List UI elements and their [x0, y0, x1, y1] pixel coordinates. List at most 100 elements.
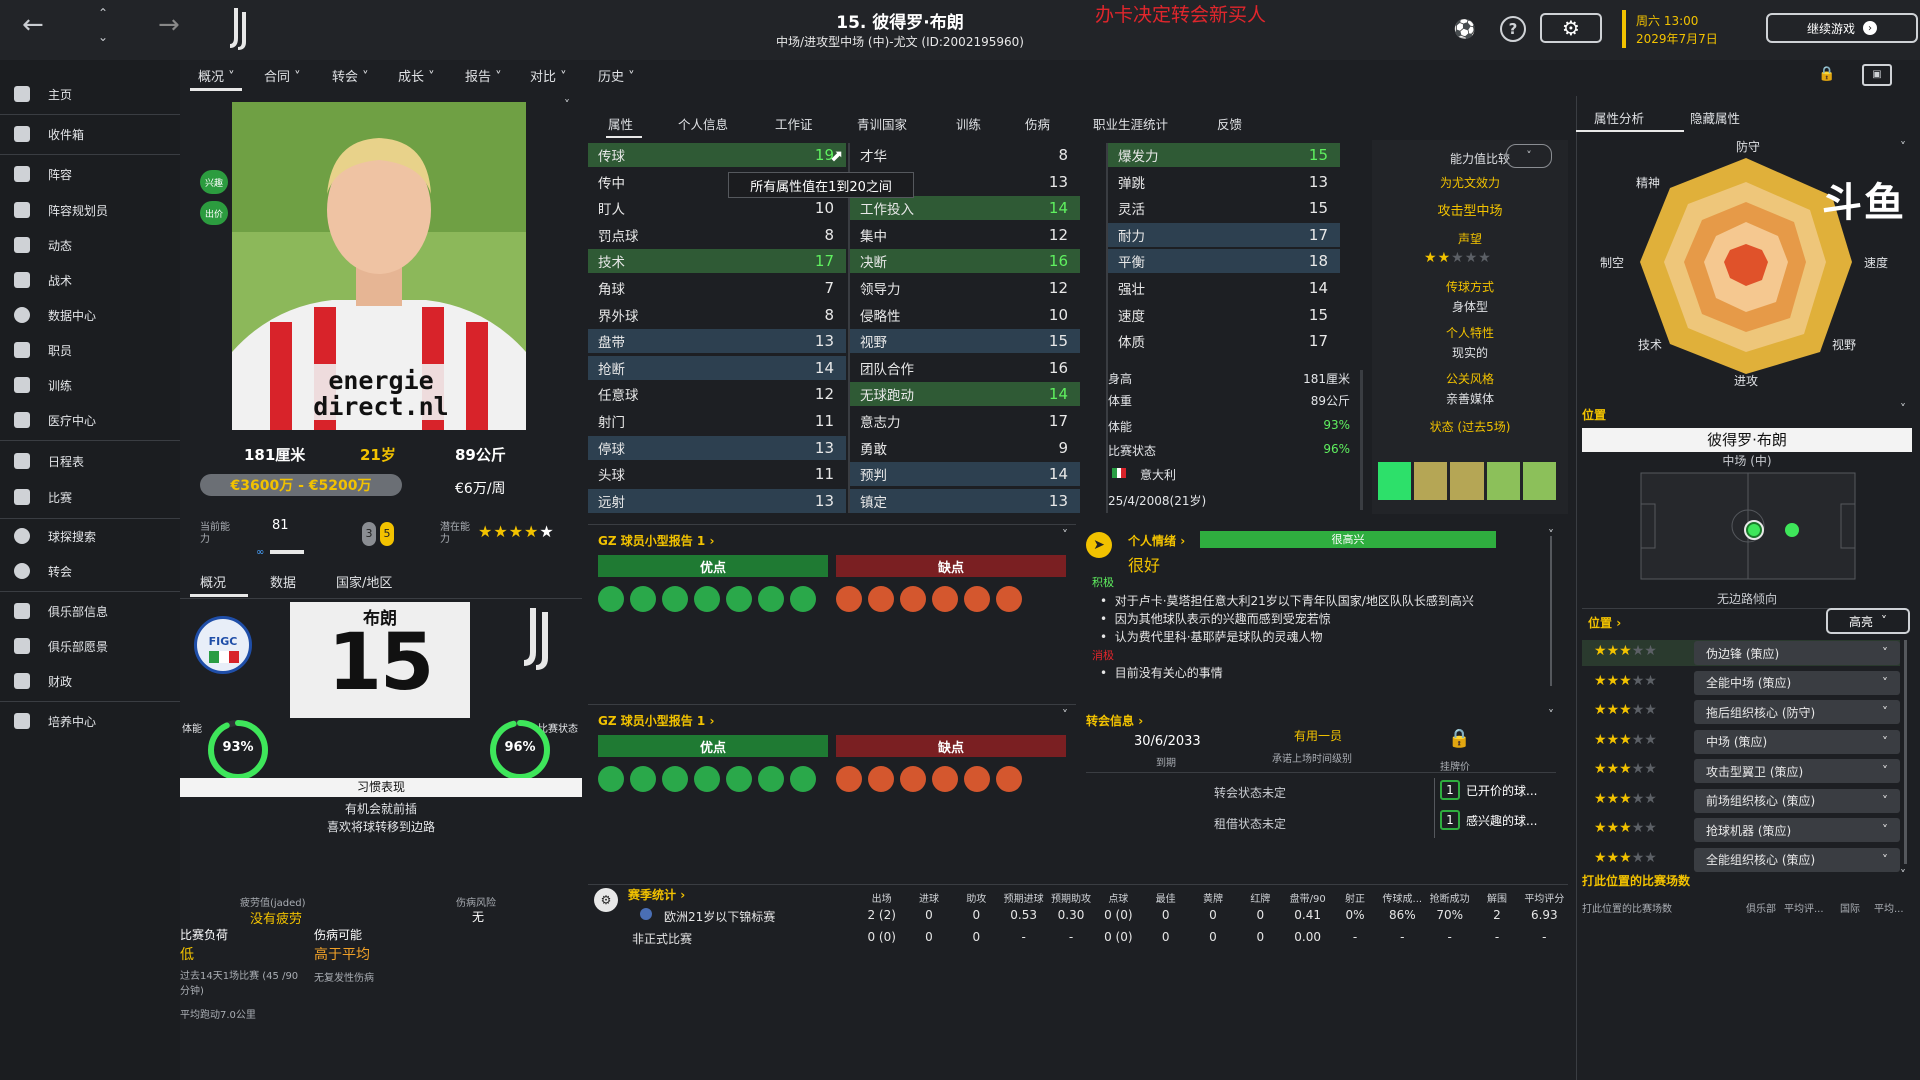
stats-column-header[interactable]: 进球 [905, 890, 952, 905]
forward-arrow-icon[interactable]: → [158, 10, 180, 40]
stats-column-header[interactable]: 红牌 [1237, 890, 1284, 905]
attribute-row[interactable]: 抢断 14 [588, 355, 846, 380]
pro-icon[interactable] [694, 766, 720, 792]
pro-icon[interactable] [758, 586, 784, 612]
continue-button[interactable]: 继续游戏 › [1766, 13, 1918, 43]
help-icon[interactable]: ? [1500, 16, 1526, 42]
report2-title[interactable]: GZ 球员小型报告 1 › [598, 712, 714, 729]
chevron-down-icon[interactable]: ˅ [1900, 868, 1906, 882]
lock-icon[interactable]: 🔒 [1818, 66, 1835, 82]
tab-data[interactable]: 数据 [270, 572, 296, 591]
sidebar-item-medical[interactable]: 医疗中心 [0, 404, 180, 436]
sidebar-item-finance[interactable]: 财政 [0, 665, 180, 697]
menu-reports[interactable]: 报告 ˅ [465, 66, 502, 85]
role-dropdown[interactable]: 攻击型翼卫 (策应) ˅ [1694, 759, 1900, 783]
attribute-row[interactable]: 无球跑动 14 [850, 382, 1080, 407]
pro-icon[interactable] [758, 766, 784, 792]
attribute-row[interactable]: 意志力 17 [850, 409, 1080, 433]
pro-icon[interactable] [630, 586, 656, 612]
attribute-row[interactable]: 勇敢 9 [850, 436, 1080, 460]
stats-column-header[interactable]: 点球 [1095, 890, 1142, 905]
pro-icon[interactable] [598, 586, 624, 612]
tab-youth-nation[interactable]: 青训国家 [857, 114, 907, 133]
pro-icon[interactable] [662, 586, 688, 612]
tab-career-stats[interactable]: 职业生涯统计 [1093, 114, 1168, 133]
con-icon[interactable] [932, 766, 958, 792]
stats-column-header[interactable]: 助攻 [953, 890, 1000, 905]
pro-icon[interactable] [630, 766, 656, 792]
sidebar-item-transfers[interactable]: 转会 [0, 555, 180, 587]
sidebar-item-planner[interactable]: 阵容规划员 [0, 194, 180, 226]
attribute-row[interactable]: 平衡 18 [1108, 249, 1340, 274]
attribute-row[interactable]: 灵活 15 [1108, 196, 1340, 220]
stats-column-header[interactable]: 射正 [1331, 890, 1378, 905]
role-dropdown[interactable]: 拖后组织核心 (防守) ˅ [1694, 700, 1900, 724]
sidebar-item-data-hub[interactable]: 数据中心 [0, 299, 180, 331]
attribute-row[interactable]: 头球 11 [588, 462, 846, 486]
tab-attribute-analysis[interactable]: 属性分析 [1594, 108, 1644, 127]
role-row[interactable]: ★★★★★ 前场组织核心 (策应) ˅ [1582, 788, 1900, 814]
sidebar-item-club-vision[interactable]: 俱乐部愿景 [0, 630, 180, 662]
tab-nation[interactable]: 国家/地区 [336, 572, 392, 591]
con-icon[interactable] [996, 766, 1022, 792]
menu-history[interactable]: 历史 ˅ [598, 66, 635, 85]
role-row[interactable]: ★★★★★ 拖后组织核心 (防守) ˅ [1582, 699, 1900, 725]
attribute-row[interactable]: 盯人 10 [588, 196, 846, 220]
sidebar-item-competitions[interactable]: 比赛 [0, 481, 180, 513]
pro-icon[interactable] [726, 766, 752, 792]
role-dropdown[interactable]: 前场组织核心 (策应) ˅ [1694, 788, 1900, 813]
attribute-row[interactable]: 侵略性 10 [850, 303, 1080, 327]
attribute-row[interactable]: 爆发力 15 [1108, 143, 1340, 167]
highlight-dropdown[interactable]: 高亮 ˅ [1826, 608, 1910, 634]
attribute-row[interactable]: 领导力 12 [850, 276, 1080, 300]
pro-icon[interactable] [726, 586, 752, 612]
pro-icon[interactable] [790, 766, 816, 792]
stats-row-name[interactable]: 欧洲21岁以下锦标赛 [664, 908, 775, 925]
menu-contract[interactable]: 合同 ˅ [264, 66, 301, 85]
tab-attributes[interactable]: 属性 [608, 114, 633, 133]
bid-text[interactable]: 已开价的球... [1466, 782, 1537, 799]
attribute-row[interactable]: 传球 19 [588, 143, 846, 167]
attribute-row[interactable]: 任意球 12 [588, 382, 846, 406]
con-icon[interactable] [964, 766, 990, 792]
role-row[interactable]: ★★★★★ 抢球机器 (策应) ˅ [1582, 817, 1900, 843]
attribute-row[interactable]: 团队合作 16 [850, 356, 1080, 380]
report1-title[interactable]: GZ 球员小型报告 1 › [598, 532, 714, 549]
pro-icon[interactable] [790, 586, 816, 612]
sidebar-item-dynamics[interactable]: 动态 [0, 229, 180, 261]
menu-transfer[interactable]: 转会 ˅ [332, 66, 369, 85]
interest-text[interactable]: 感兴趣的球... [1466, 812, 1537, 829]
sidebar-item-scouting[interactable]: 球探搜索 [0, 520, 180, 552]
info-scrollbar[interactable] [1360, 370, 1363, 510]
screenshot-icon[interactable]: ▣ [1862, 64, 1892, 86]
tab-training[interactable]: 训练 [956, 114, 981, 133]
chevron-down-icon[interactable]: ˅ [1548, 708, 1554, 722]
mood-title[interactable]: 个人情绪 › [1128, 532, 1185, 549]
sidebar-item-schedule[interactable]: 日程表 [0, 445, 180, 477]
chevron-down-icon[interactable]: ˅ [1900, 140, 1906, 154]
stats-row-name[interactable]: 非正式比赛 [632, 930, 692, 947]
con-icon[interactable] [900, 586, 926, 612]
down-chevron-icon[interactable]: ⌄ [98, 30, 108, 44]
tab-personal-info[interactable]: 个人信息 [678, 114, 728, 133]
con-icon[interactable] [868, 766, 894, 792]
sidebar-item-staff[interactable]: 职员 [0, 334, 180, 366]
role-scrollbar[interactable] [1904, 640, 1907, 864]
con-icon[interactable] [932, 586, 958, 612]
attribute-row[interactable]: 速度 15 [1108, 303, 1340, 327]
con-icon[interactable] [996, 586, 1022, 612]
chevron-down-icon[interactable]: ˅ [564, 98, 570, 112]
sidebar-item-squad[interactable]: 阵容 [0, 158, 180, 190]
stats-column-header[interactable]: 抢断成功 [1426, 890, 1473, 905]
role-dropdown[interactable]: 伪边锋 (策应) ˅ [1694, 641, 1900, 665]
chevron-down-icon[interactable]: ˅ [1900, 402, 1906, 416]
stats-column-header[interactable]: 平均评分 [1521, 890, 1568, 905]
role-row[interactable]: ★★★★★ 伪边锋 (策应) ˅ [1582, 640, 1900, 666]
attribute-row[interactable]: 强壮 14 [1108, 276, 1340, 300]
stats-column-header[interactable]: 黄牌 [1189, 890, 1236, 905]
season-stats-title[interactable]: 赛季统计 › [628, 886, 685, 903]
con-icon[interactable] [836, 766, 862, 792]
stats-column-header[interactable]: 传球成... [1379, 890, 1426, 905]
stats-column-header[interactable]: 预期助攻 [1047, 890, 1094, 905]
tab-feedback[interactable]: 反馈 [1217, 114, 1242, 133]
